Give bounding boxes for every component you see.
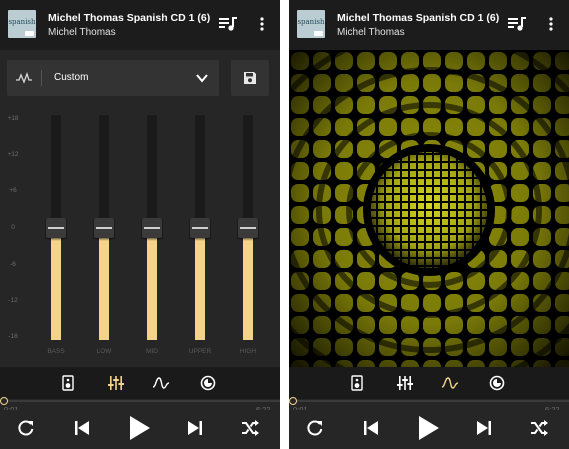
repeat-icon[interactable]	[17, 419, 35, 437]
album-art[interactable]: spanish	[8, 10, 36, 38]
preset-divider	[41, 70, 42, 86]
equalizer-icon[interactable]	[397, 375, 413, 391]
knob-grip	[48, 226, 64, 229]
eq-slider-fill	[51, 237, 61, 340]
save-icon	[244, 72, 256, 84]
repeat-icon[interactable]	[306, 419, 324, 437]
eq-slider-upper[interactable]	[190, 115, 210, 340]
knob-grip	[96, 226, 112, 229]
db-label: +12	[7, 151, 19, 158]
waveform-icon	[16, 72, 32, 84]
album-art-badge	[25, 31, 34, 36]
eq-slider-knob[interactable]	[94, 217, 114, 238]
progress-track[interactable]	[0, 400, 280, 402]
band-label: UPPER	[188, 348, 212, 355]
shuffle-icon[interactable]	[241, 419, 259, 437]
album-art-text: spanish	[297, 18, 325, 26]
eq-slider-low[interactable]	[94, 115, 114, 340]
eq-slider-knob[interactable]	[190, 217, 210, 238]
play-icon[interactable]	[127, 415, 151, 441]
tab-bar	[289, 367, 569, 399]
db-label: -18	[8, 333, 18, 340]
timer-icon[interactable]	[200, 375, 216, 391]
track-artist: Michel Thomas	[48, 27, 116, 38]
skip-previous-icon[interactable]	[73, 419, 91, 437]
db-label: +6	[9, 187, 17, 194]
save-preset-button[interactable]	[231, 60, 269, 96]
track-artist: Michel Thomas	[337, 27, 405, 38]
visualizer-graphic	[289, 50, 569, 367]
speaker-icon[interactable]	[349, 375, 365, 391]
progress-thumb[interactable]	[289, 397, 297, 405]
db-label: -6	[10, 261, 16, 268]
wave-icon[interactable]	[153, 375, 169, 391]
band-label: BASS	[47, 348, 65, 355]
eq-slider-high[interactable]	[238, 115, 258, 340]
more-vert-icon[interactable]	[257, 16, 267, 32]
eq-slider-mid[interactable]	[142, 115, 162, 340]
transport-controls	[0, 410, 280, 449]
now-playing-header[interactable]: spanish Michel Thomas Spanish CD 1 (6) M…	[0, 0, 280, 50]
progress-thumb[interactable]	[0, 397, 8, 405]
more-vert-icon[interactable]	[546, 16, 556, 32]
knob-grip	[192, 226, 208, 229]
speaker-icon[interactable]	[60, 375, 76, 391]
eq-slider-knob[interactable]	[142, 217, 162, 238]
shuffle-icon[interactable]	[530, 419, 548, 437]
transport-controls	[289, 410, 569, 449]
db-label: 0	[11, 224, 15, 231]
album-art-text: spanish	[8, 18, 36, 26]
visualizer-screen: spanish Michel Thomas Spanish CD 1 (6) M…	[289, 0, 569, 449]
skip-next-icon[interactable]	[475, 419, 493, 437]
knob-grip	[240, 226, 256, 229]
knob-grip	[144, 226, 160, 229]
band-label: MID	[146, 348, 158, 355]
now-playing-header[interactable]: spanish Michel Thomas Spanish CD 1 (6) M…	[289, 0, 569, 50]
eq-slider-bass[interactable]	[46, 115, 66, 340]
tab-bar	[0, 367, 280, 399]
queue-music-icon[interactable]	[219, 16, 237, 32]
eq-slider-fill	[195, 237, 205, 340]
db-label: -12	[8, 297, 18, 304]
eq-slider-fill	[99, 237, 109, 340]
preset-dropdown[interactable]: Custom	[7, 60, 219, 96]
eq-slider-knob[interactable]	[238, 217, 258, 238]
skip-previous-icon[interactable]	[362, 419, 380, 437]
band-label: HIGH	[239, 348, 257, 355]
equalizer-icon[interactable]	[108, 375, 124, 391]
preset-label: Custom	[54, 72, 89, 83]
track-title: Michel Thomas Spanish CD 1 (6)	[337, 12, 500, 24]
wave-icon[interactable]	[442, 375, 458, 391]
db-label: +18	[7, 115, 19, 122]
queue-music-icon[interactable]	[508, 16, 526, 32]
track-title: Michel Thomas Spanish CD 1 (6)	[48, 12, 211, 24]
equalizer-screen: spanish Michel Thomas Spanish CD 1 (6) M…	[0, 0, 280, 449]
album-art[interactable]: spanish	[297, 10, 325, 38]
eq-slider-knob[interactable]	[46, 217, 66, 238]
skip-next-icon[interactable]	[186, 419, 204, 437]
album-art-badge	[314, 31, 323, 36]
timer-icon[interactable]	[489, 375, 505, 391]
eq-slider-fill	[243, 237, 253, 340]
play-icon[interactable]	[416, 415, 440, 441]
eq-slider-fill	[147, 237, 157, 340]
progress-track[interactable]	[289, 400, 569, 402]
band-label: LOW	[96, 348, 112, 355]
visualizer[interactable]	[289, 50, 569, 367]
chevron-down-icon	[196, 74, 208, 83]
